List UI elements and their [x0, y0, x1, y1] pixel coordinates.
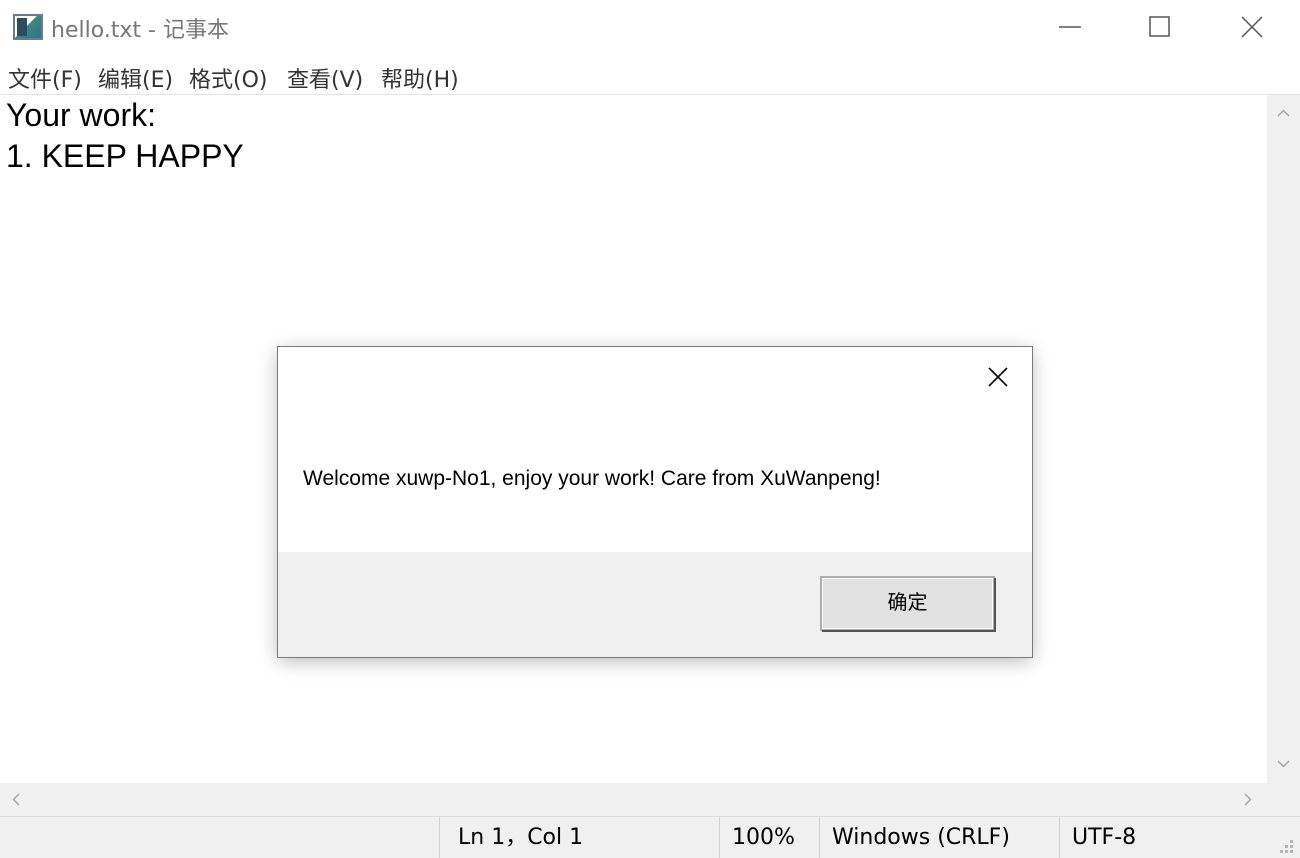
status-line-ending: Windows (CRLF) — [819, 817, 1059, 858]
menu-format[interactable]: 格式(O) — [189, 62, 267, 94]
status-zoom: 100% — [719, 817, 819, 858]
close-icon — [988, 367, 1008, 387]
menu-view[interactable]: 查看(V) — [287, 62, 363, 94]
dialog-message: Welcome xuwp-No1, enjoy your work! Care … — [303, 467, 881, 490]
maximize-button[interactable] — [1114, 0, 1206, 54]
menu-edit[interactable]: 编辑(E) — [98, 62, 173, 94]
editor-line: 1. KEEP HAPPY — [6, 138, 244, 174]
close-button[interactable] — [1206, 0, 1298, 54]
scroll-right-icon[interactable] — [1241, 793, 1254, 806]
horizontal-scrollbar[interactable] — [0, 783, 1267, 816]
ok-button[interactable]: 确定 — [820, 576, 996, 632]
minimize-icon — [1059, 26, 1081, 28]
menu-bar: 文件(F) 编辑(E) 格式(O) 查看(V) 帮助(H) — [0, 54, 1300, 94]
scroll-down-icon[interactable] — [1277, 757, 1290, 770]
status-position: Ln 1，Col 1 — [439, 817, 719, 858]
title-bar: hello.txt - 记事本 — [0, 0, 1300, 54]
notepad-app-icon[interactable] — [13, 14, 43, 40]
message-dialog: Welcome xuwp-No1, enjoy your work! Care … — [277, 346, 1033, 658]
status-bar: Ln 1，Col 1 100% Windows (CRLF) UTF-8 — [0, 816, 1300, 858]
scroll-left-icon[interactable] — [10, 793, 23, 806]
minimize-button[interactable] — [1024, 0, 1116, 54]
resize-grip-icon[interactable] — [1276, 836, 1296, 856]
menu-help[interactable]: 帮助(H) — [381, 62, 459, 94]
editor-line: Your work: — [6, 97, 156, 133]
scrollbar-corner — [1267, 783, 1300, 816]
menu-file[interactable]: 文件(F) — [8, 62, 82, 94]
status-encoding: UTF-8 — [1059, 817, 1300, 858]
dialog-close-button[interactable] — [978, 361, 1018, 393]
dialog-body: Welcome xuwp-No1, enjoy your work! Care … — [278, 347, 1032, 552]
window-title: hello.txt - 记事本 — [51, 18, 229, 43]
vertical-scrollbar[interactable] — [1267, 95, 1300, 783]
close-icon — [1241, 16, 1263, 38]
maximize-icon — [1149, 16, 1170, 37]
scroll-up-icon[interactable] — [1277, 107, 1290, 120]
